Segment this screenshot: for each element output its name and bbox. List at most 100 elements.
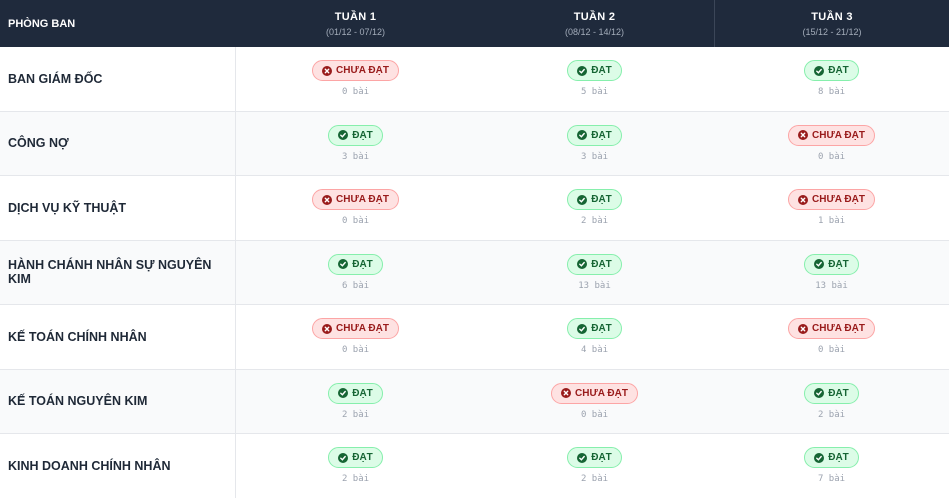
x-circle-icon (322, 65, 333, 76)
week-1-cell: ĐẠT 2 bài (236, 370, 475, 434)
week-label: TUẦN 2 (573, 10, 616, 23)
status-badge[interactable]: ĐẠT (804, 60, 859, 81)
department-name: KẾ TOÁN CHÍNH NHÂN (0, 305, 236, 369)
status-badge[interactable]: CHƯA ĐẠT (312, 60, 399, 81)
status-badge[interactable]: CHƯA ĐẠT (788, 124, 875, 146)
status-label: ĐẠT (828, 387, 849, 399)
status-badge[interactable]: CHƯA ĐẠT (312, 189, 399, 210)
week-3-cell: ĐẠT 7 bài (714, 434, 949, 498)
department-name: KINH DOANH CHÍNH NHÂN (0, 434, 236, 498)
department-name: DỊCH VỤ KỸ THUẬT (0, 176, 236, 240)
status-badge[interactable]: ĐẠT (804, 382, 859, 404)
status-badge[interactable]: ĐẠT (567, 60, 622, 81)
status-badge[interactable]: ĐẠT (567, 189, 622, 210)
submission-count: 0 bài (341, 216, 370, 226)
check-circle-icon (814, 388, 825, 398)
status-badge[interactable]: ĐẠT (567, 253, 622, 275)
status-badge[interactable]: ĐẠT (328, 253, 383, 275)
check-circle-icon (577, 259, 588, 269)
status-label: CHƯA ĐẠT (812, 129, 865, 141)
week-1-cell: CHƯA ĐẠT 0 bài (236, 176, 475, 240)
status-label: CHƯA ĐẠT (812, 323, 865, 334)
submission-count: 0 bài (817, 345, 846, 355)
status-badge[interactable]: CHƯA ĐẠT (551, 382, 638, 404)
department-name: KẾ TOÁN NGUYÊN KIM (0, 369, 236, 433)
status-badge[interactable]: ĐẠT (567, 447, 622, 468)
header-week-1[interactable]: TUẦN 1 (01/12 - 07/12) (236, 0, 475, 47)
status-badge[interactable]: ĐẠT (328, 124, 383, 146)
x-circle-icon (798, 323, 809, 334)
check-circle-icon (577, 130, 588, 140)
department-name: HÀNH CHÁNH NHÂN SỰ NGUYÊN KIM (0, 240, 236, 304)
submission-count: 1 bài (817, 216, 846, 226)
table-row[interactable]: HÀNH CHÁNH NHÂN SỰ NGUYÊN KIM ĐẠT 6 bài ĐẠT… (0, 240, 949, 305)
week-2-cell: CHƯA ĐẠT 0 bài (475, 370, 714, 434)
header-department: PHÒNG BAN (8, 17, 76, 30)
status-label: ĐẠT (352, 129, 373, 141)
submission-count: 13 bài (578, 280, 611, 291)
x-circle-icon (322, 194, 333, 205)
x-circle-icon (561, 388, 572, 398)
submission-count: 2 bài (817, 409, 846, 420)
submission-count: 6 bài (341, 280, 370, 291)
week-3-cell: CHƯA ĐẠT 0 bài (714, 112, 949, 176)
week-range: (08/12 - 14/12) (564, 26, 625, 37)
status-label: ĐẠT (591, 194, 612, 205)
status-label: ĐẠT (591, 452, 612, 463)
header-week-3[interactable]: TUẦN 3 (15/12 - 21/12) (714, 0, 949, 47)
submission-count: 2 bài (580, 216, 609, 226)
week-1-cell: CHƯA ĐẠT 0 bài (236, 47, 475, 111)
week-3-cell: CHƯA ĐẠT 0 bài (714, 305, 949, 369)
x-circle-icon (798, 130, 809, 140)
week-2-cell: ĐẠT 3 bài (475, 112, 714, 176)
submission-count: 3 bài (580, 151, 609, 162)
submission-count: 2 bài (341, 474, 370, 484)
status-label: CHƯA ĐẠT (336, 194, 389, 205)
department-name: CÔNG NỢ (0, 111, 236, 175)
status-label: ĐẠT (352, 258, 373, 270)
status-badge[interactable]: CHƯA ĐẠT (788, 318, 875, 339)
status-label: ĐẠT (352, 387, 373, 399)
status-label: CHƯA ĐẠT (575, 387, 628, 399)
department-name: BAN GIÁM ĐỐC (0, 47, 236, 111)
submission-count: 0 bài (580, 409, 609, 420)
check-circle-icon (814, 259, 825, 269)
table-row[interactable]: KINH DOANH CHÍNH NHÂN ĐẠT 2 bài ĐẠT 2 bài ĐẠT… (0, 434, 949, 498)
status-badge[interactable]: ĐẠT (804, 447, 859, 468)
status-label: ĐẠT (828, 452, 849, 463)
status-badge[interactable]: ĐẠT (567, 318, 622, 339)
status-badge[interactable]: CHƯA ĐẠT (788, 189, 875, 210)
week-3-cell: CHƯA ĐẠT 1 bài (714, 176, 949, 240)
submission-count: 0 bài (341, 87, 370, 97)
check-circle-icon (338, 259, 349, 269)
table-body: BAN GIÁM ĐỐC CHƯA ĐẠT 0 bài ĐẠT 5 bài ĐẠT 8 bà… (0, 47, 949, 498)
week-1-cell: CHƯA ĐẠT 0 bài (236, 305, 475, 369)
table-row[interactable]: KẾ TOÁN CHÍNH NHÂN CHƯA ĐẠT 0 bài ĐẠT 4 bài C… (0, 305, 949, 370)
submission-count: 7 bài (817, 474, 846, 484)
status-label: ĐẠT (828, 65, 849, 76)
status-label: ĐẠT (828, 258, 849, 270)
table-row[interactable]: KẾ TOÁN NGUYÊN KIM ĐẠT 2 bài CHƯA ĐẠT 0 bài Đ… (0, 369, 949, 434)
header-week-2[interactable]: TUẦN 2 (08/12 - 14/12) (475, 0, 714, 47)
x-circle-icon (322, 323, 333, 334)
status-badge[interactable]: ĐẠT (567, 124, 622, 146)
status-badge[interactable]: ĐẠT (328, 382, 383, 404)
status-badge[interactable]: ĐẠT (328, 447, 383, 468)
submission-count: 2 bài (341, 409, 370, 420)
week-label: TUẦN 3 (811, 10, 853, 23)
status-label: CHƯA ĐẠT (812, 194, 865, 205)
status-label: ĐẠT (591, 258, 612, 270)
table-row[interactable]: BAN GIÁM ĐỐC CHƯA ĐẠT 0 bài ĐẠT 5 bài ĐẠT 8 bà… (0, 47, 949, 112)
status-badge[interactable]: CHƯA ĐẠT (312, 318, 399, 339)
status-label: ĐẠT (352, 452, 373, 463)
check-circle-icon (338, 388, 349, 398)
table-row[interactable]: DỊCH VỤ KỸ THUẬT CHƯA ĐẠT 0 bài ĐẠT 2 bài CHƯ… (0, 176, 949, 241)
submission-count: 3 bài (341, 151, 370, 162)
check-circle-icon (577, 452, 588, 463)
week-2-cell: ĐẠT 4 bài (475, 305, 714, 369)
table-row[interactable]: CÔNG NỢ ĐẠT 3 bài ĐẠT 3 bài CHƯA ĐẠT 0 bài (0, 111, 949, 176)
status-badge[interactable]: ĐẠT (804, 253, 859, 275)
status-label: CHƯA ĐẠT (336, 323, 389, 334)
week-range: (01/12 - 07/12) (325, 26, 386, 37)
week-1-cell: ĐẠT 2 bài (236, 434, 475, 498)
